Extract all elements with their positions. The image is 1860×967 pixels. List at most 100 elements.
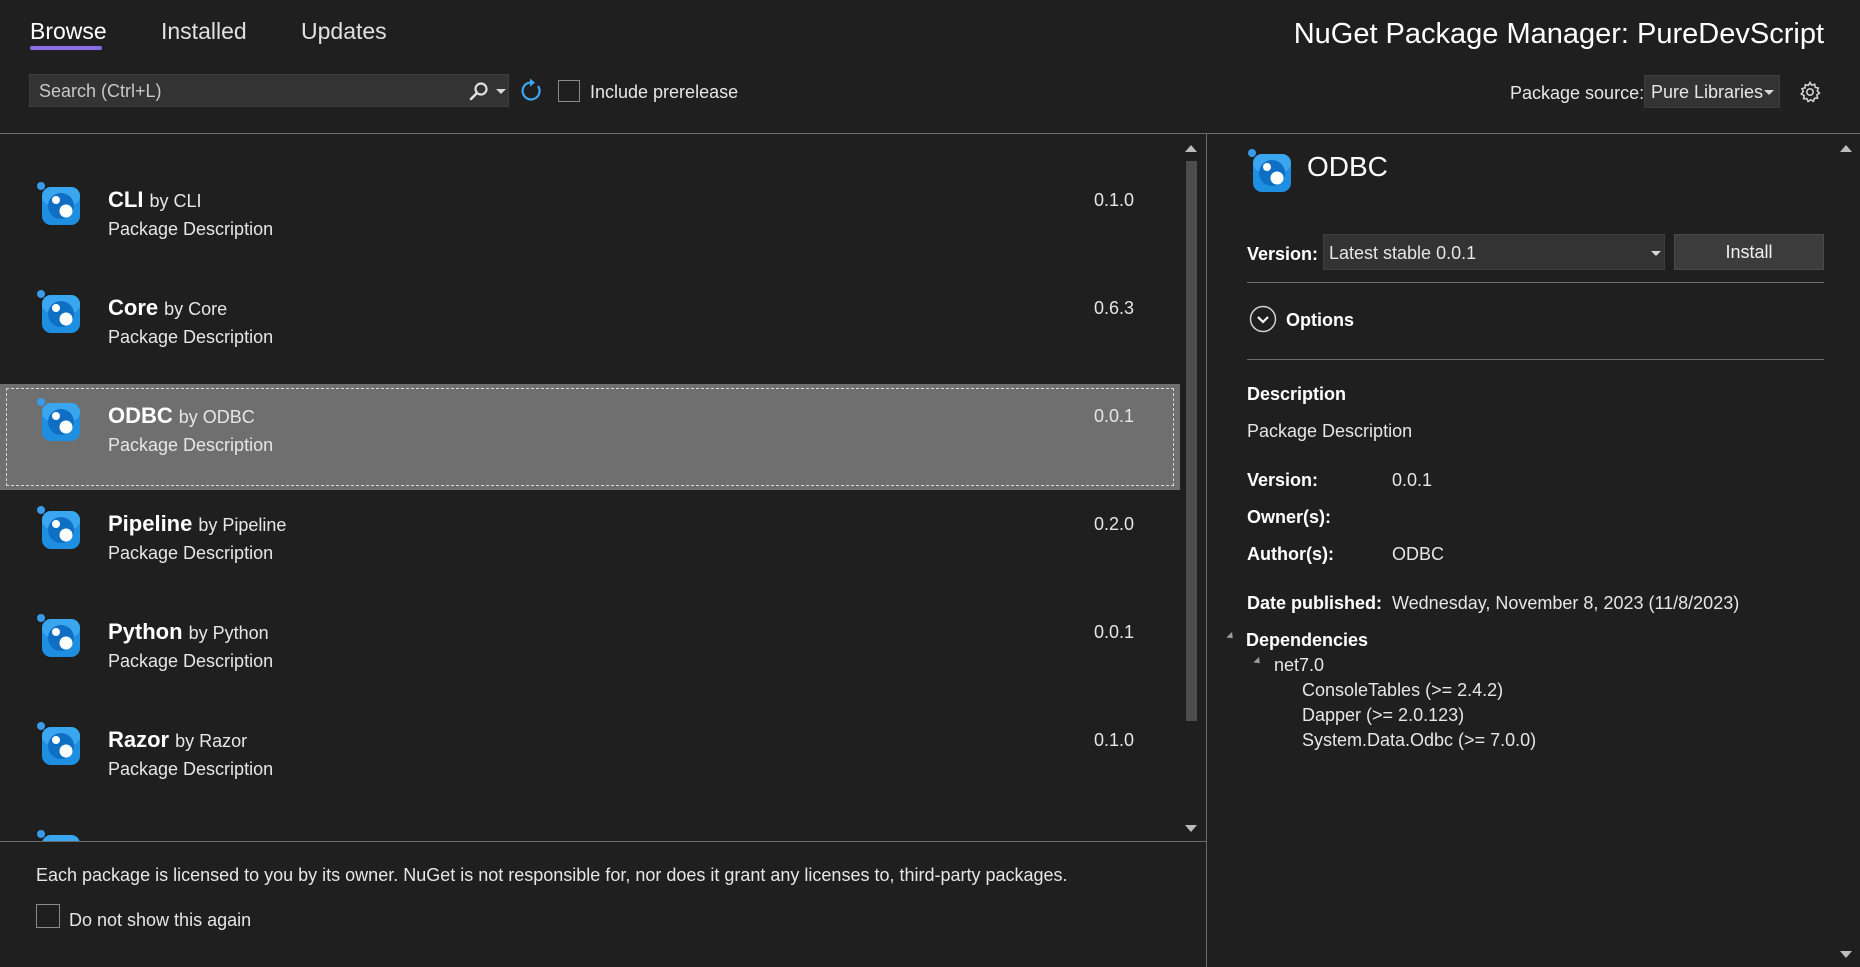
package-name: Core bbox=[108, 295, 159, 320]
dependency-item: Dapper (>= 2.0.123) bbox=[1302, 705, 1465, 725]
package-icon bbox=[36, 721, 82, 767]
package-row-cli[interactable]: CLI by CLI Package Description 0.1.0 bbox=[0, 138, 1180, 244]
package-title: Core by Core bbox=[108, 295, 227, 321]
tree-expander-icon[interactable] bbox=[1226, 631, 1236, 642]
do-not-show-checkbox[interactable] bbox=[36, 904, 60, 928]
search-input[interactable] bbox=[30, 75, 461, 108]
package-row-razor[interactable]: Razor by Razor Package Description 0.1.0 bbox=[0, 708, 1180, 814]
field-authors-label: Author(s): bbox=[1247, 544, 1334, 564]
package-description: Package Description bbox=[108, 219, 274, 239]
package-description: Package Description bbox=[108, 327, 274, 347]
package-version: 0.0.1 bbox=[1094, 622, 1135, 642]
package-author: by Core bbox=[164, 299, 228, 319]
header-divider bbox=[0, 133, 1860, 134]
search-box bbox=[29, 74, 509, 108]
search-icon[interactable] bbox=[468, 81, 490, 103]
package-icon bbox=[36, 289, 82, 335]
package-name: Razor bbox=[108, 727, 170, 752]
do-not-show-label: Do not show this again bbox=[69, 910, 252, 930]
package-description: Package Description bbox=[108, 543, 274, 563]
package-row-pipeline[interactable]: Pipeline by Pipeline Package Description … bbox=[0, 492, 1180, 598]
package-version: 0.6.3 bbox=[1094, 298, 1135, 318]
field-owners-label: Owner(s): bbox=[1247, 507, 1332, 527]
package-source-dropdown[interactable]: Pure Libraries bbox=[1644, 75, 1780, 108]
package-row-core[interactable]: Core by Core Package Description 0.6.3 bbox=[0, 246, 1180, 352]
field-version-value: 0.0.1 bbox=[1392, 470, 1433, 490]
tab-installed[interactable]: Installed bbox=[161, 18, 247, 45]
window-title: NuGet Package Manager: PureDevScript bbox=[1293, 18, 1824, 50]
dependency-framework: net7.0 bbox=[1274, 655, 1325, 675]
package-icon bbox=[36, 397, 82, 443]
tab-browse[interactable]: Browse bbox=[30, 18, 107, 45]
package-version: 0.0.1 bbox=[1094, 406, 1135, 426]
scroll-down-icon[interactable] bbox=[1840, 951, 1852, 958]
scroll-up-icon[interactable] bbox=[1840, 145, 1852, 152]
chevron-down-icon bbox=[1651, 251, 1661, 256]
field-date-value: Wednesday, November 8, 2023 (11/8/2023) bbox=[1392, 593, 1740, 613]
package-list-scrollbar[interactable] bbox=[1180, 135, 1202, 841]
package-source-label: Package source: bbox=[1510, 83, 1645, 103]
install-button[interactable]: Install bbox=[1674, 234, 1824, 270]
detail-package-title: ODBC bbox=[1307, 151, 1388, 182]
package-name: ODBC bbox=[108, 403, 173, 428]
detail-version-label: Version: bbox=[1247, 244, 1319, 264]
package-version: 0.1.0 bbox=[1094, 730, 1135, 750]
package-title: Pipeline by Pipeline bbox=[108, 511, 286, 537]
chevron-down-icon bbox=[1764, 90, 1774, 95]
package-description: Package Description bbox=[108, 651, 274, 671]
tree-expander-icon[interactable] bbox=[1253, 656, 1263, 667]
field-version-label: Version: bbox=[1247, 470, 1319, 490]
options-label[interactable]: Options bbox=[1286, 310, 1354, 331]
detail-divider bbox=[1247, 282, 1824, 283]
package-name: Pipeline bbox=[108, 511, 193, 536]
package-title: ODBC by ODBC bbox=[108, 403, 255, 429]
list-footer-divider bbox=[0, 841, 1206, 842]
package-title: Python by Python bbox=[108, 619, 269, 645]
package-list: CLI by CLI Package Description 0.1.0 Core… bbox=[0, 135, 1180, 841]
settings-gear-icon[interactable] bbox=[1798, 80, 1822, 104]
package-icon bbox=[36, 505, 82, 551]
field-date-label: Date published: bbox=[1247, 593, 1383, 613]
package-name: CLI bbox=[108, 187, 144, 212]
package-icon bbox=[36, 181, 82, 227]
description-text: Package Description bbox=[1247, 421, 1413, 441]
package-title: CLI by CLI bbox=[108, 187, 201, 213]
tab-active-indicator bbox=[30, 46, 102, 50]
package-author: by ODBC bbox=[178, 407, 255, 427]
package-row-odbc[interactable]: ODBC by ODBC Package Description 0.0.1 bbox=[0, 384, 1180, 490]
package-author: by Razor bbox=[175, 731, 248, 751]
package-row-partial[interactable] bbox=[0, 816, 1180, 841]
scroll-down-icon[interactable] bbox=[1185, 825, 1197, 832]
package-author: by CLI bbox=[149, 191, 202, 211]
detail-divider bbox=[1247, 359, 1824, 360]
package-source-value: Pure Libraries bbox=[1651, 82, 1764, 102]
dependencies-heading: Dependencies bbox=[1246, 630, 1369, 650]
package-version: 0.2.0 bbox=[1094, 514, 1135, 534]
license-notice: Each package is licensed to you by its o… bbox=[36, 865, 1068, 885]
dependency-item: ConsoleTables (>= 2.4.2) bbox=[1302, 680, 1504, 700]
tab-updates[interactable]: Updates bbox=[301, 18, 387, 45]
pane-splitter[interactable] bbox=[1206, 134, 1207, 967]
package-icon bbox=[36, 829, 82, 841]
package-author: by Pipeline bbox=[198, 515, 287, 535]
package-icon bbox=[1247, 148, 1293, 194]
search-options-chevron-down-icon[interactable] bbox=[496, 89, 506, 94]
include-prerelease-checkbox[interactable] bbox=[558, 80, 580, 102]
package-icon bbox=[36, 613, 82, 659]
description-heading: Description bbox=[1247, 384, 1347, 404]
dependency-item: System.Data.Odbc (>= 7.0.0) bbox=[1302, 730, 1537, 750]
field-authors-value: ODBC bbox=[1392, 544, 1445, 564]
package-name: Python bbox=[108, 619, 183, 644]
options-expander-chevron-down-icon[interactable] bbox=[1249, 305, 1277, 333]
include-prerelease-label: Include prerelease bbox=[590, 82, 739, 102]
scroll-thumb[interactable] bbox=[1186, 161, 1197, 721]
scroll-up-icon[interactable] bbox=[1185, 145, 1197, 152]
version-dropdown[interactable]: Latest stable 0.0.1 bbox=[1323, 234, 1665, 270]
refresh-icon[interactable] bbox=[518, 78, 544, 104]
package-row-python[interactable]: Python by Python Package Description 0.0.… bbox=[0, 600, 1180, 706]
package-version: 0.1.0 bbox=[1094, 190, 1135, 210]
package-title: Razor by Razor bbox=[108, 727, 247, 753]
detail-scrollbar[interactable] bbox=[1834, 135, 1858, 967]
package-description: Package Description bbox=[108, 435, 274, 455]
package-description: Package Description bbox=[108, 759, 274, 779]
